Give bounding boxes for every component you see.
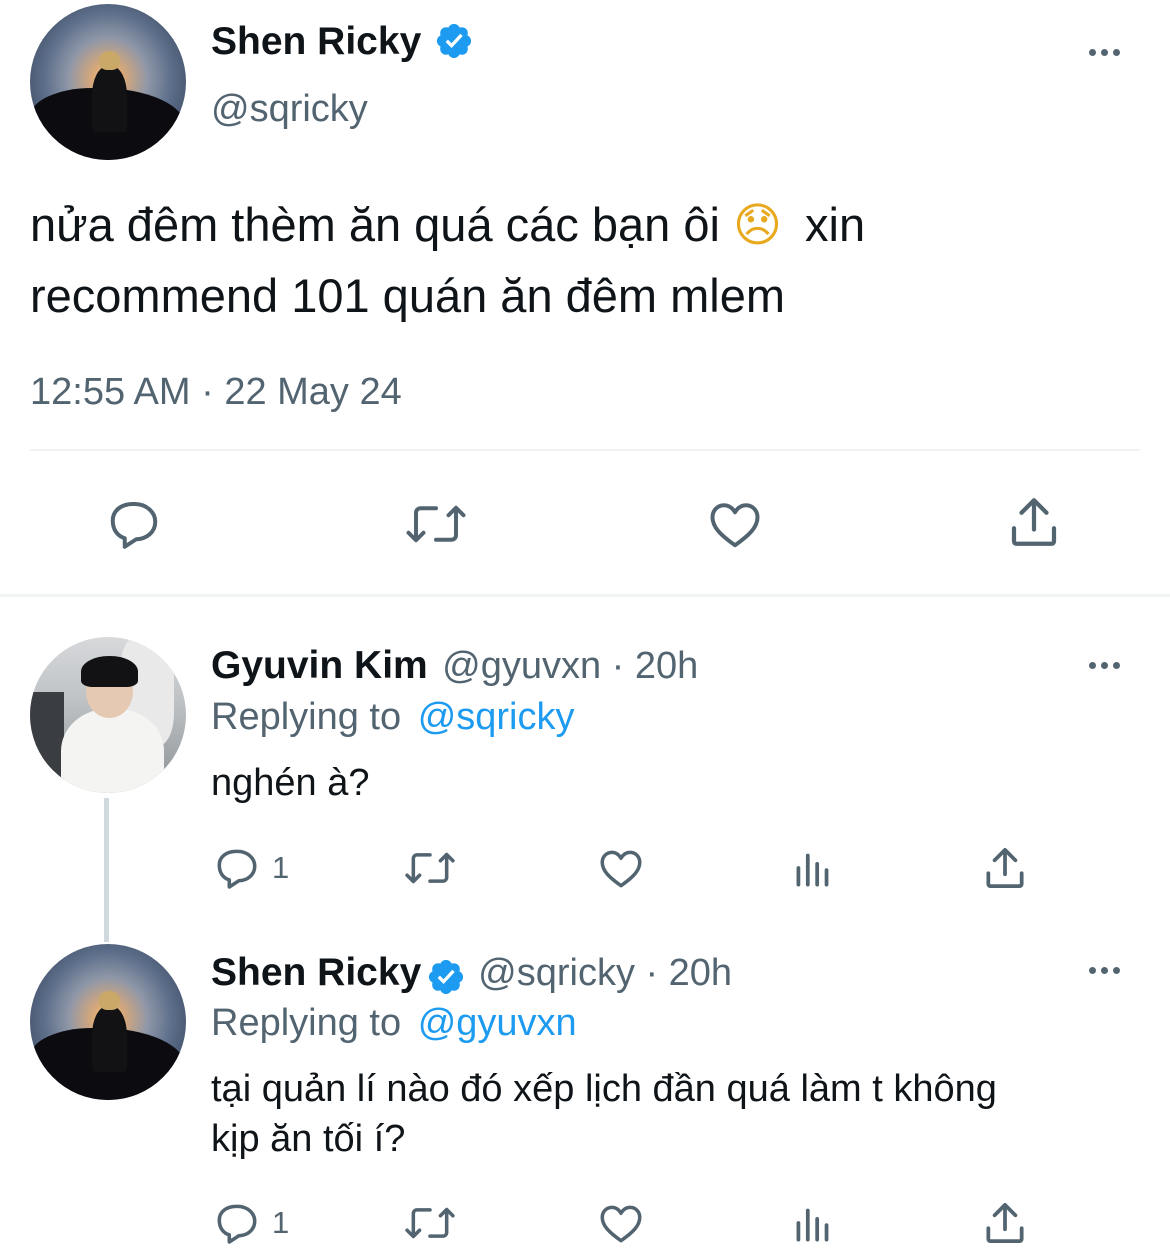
- reply1-like-button[interactable]: [595, 843, 647, 893]
- reply2-share-button[interactable]: [980, 1198, 1030, 1248]
- reply1-header: Gyuvin Kim @gyuvxn · 20h: [211, 644, 698, 688]
- share-icon: [986, 1203, 1024, 1243]
- more-dot: [1113, 967, 1120, 974]
- share-icon: [986, 848, 1024, 888]
- more-options-button[interactable]: [1089, 49, 1120, 56]
- main-divider: [30, 449, 1140, 451]
- replying-to-link[interactable]: @gyuvxn: [418, 1002, 577, 1044]
- main-share-button[interactable]: [1004, 492, 1064, 552]
- reply-icon: [217, 1204, 257, 1244]
- main-tweet-timestamp[interactable]: 12:55 AM · 22 May 24: [30, 371, 402, 414]
- reply1-retweet-button[interactable]: [401, 843, 459, 893]
- replying-to-link[interactable]: @sqricky: [418, 696, 575, 738]
- like-icon: [600, 1205, 642, 1243]
- reply1-share-button[interactable]: [980, 843, 1030, 893]
- reply1-reply-count: 1: [272, 850, 290, 885]
- main-tweet-line1-text: nửa đêm thèm ăn quá các bạn ôi: [30, 198, 720, 251]
- views-icon: [796, 1208, 829, 1242]
- retweet-icon: [405, 1207, 455, 1239]
- reply1-text: nghén à?: [211, 762, 370, 804]
- verified-badge-icon: [428, 959, 463, 994]
- more-dot: [1089, 662, 1096, 669]
- reply1-views-button[interactable]: [790, 843, 836, 893]
- reply2-time[interactable]: · 20h: [645, 952, 732, 994]
- reply1-reply-button[interactable]: 1: [212, 843, 289, 893]
- reply1-time[interactable]: · 20h: [612, 645, 699, 687]
- reply2-retweet-button[interactable]: [401, 1198, 459, 1248]
- reply2-author-name[interactable]: Shen Ricky: [211, 951, 421, 994]
- reply2-views-button[interactable]: [790, 1198, 836, 1248]
- main-author-name[interactable]: Shen Ricky: [211, 20, 474, 64]
- like-icon: [710, 503, 760, 548]
- main-tweet-line2: recommend 101 quán ăn đêm mlem: [30, 269, 786, 322]
- main-author-avatar[interactable]: [30, 4, 186, 160]
- reply1-replying-to: Replying to @sqricky: [211, 696, 575, 739]
- reply2-text-line2: kịp ăn tối í?: [211, 1118, 406, 1160]
- retweet-icon: [405, 852, 455, 884]
- reply2-more-button[interactable]: [1089, 967, 1120, 974]
- reply2-header: Shen Ricky @sqricky · 20h: [211, 951, 732, 997]
- retweet-icon: [406, 505, 466, 543]
- reply2-text-line1: tại quản lí nào đó xếp lịch đần quá làm …: [211, 1068, 997, 1110]
- reply1-more-button[interactable]: [1089, 662, 1120, 669]
- reply2-author-avatar[interactable]: [30, 944, 186, 1100]
- more-dot: [1101, 662, 1108, 669]
- more-dot: [1101, 49, 1108, 56]
- main-tweet-line1: nửa đêm thèm ăn quá các bạn ôi 😞 xin: [30, 190, 1140, 261]
- more-dot: [1089, 49, 1096, 56]
- share-icon: [1011, 498, 1057, 546]
- reply2-like-button[interactable]: [595, 1198, 647, 1248]
- reply1-author-avatar[interactable]: [30, 637, 186, 793]
- reply2-replying-to: Replying to @gyuvxn: [211, 1002, 577, 1045]
- reply2-reply-count: 1: [272, 1205, 290, 1240]
- reply2-author-handle[interactable]: @sqricky: [478, 952, 635, 994]
- replying-to-label: Replying to: [211, 696, 402, 738]
- more-dot: [1113, 662, 1120, 669]
- main-tweet-line1-end: xin: [805, 198, 866, 251]
- more-dot: [1089, 967, 1096, 974]
- main-tweet-text: nửa đêm thèm ăn quá các bạn ôi 😞 xin rec…: [30, 190, 1140, 331]
- verified-badge-icon: [437, 23, 472, 58]
- main-author-name-text[interactable]: Shen Ricky: [211, 20, 421, 63]
- reply1-author-handle[interactable]: @gyuvxn: [442, 645, 601, 687]
- more-dot: [1101, 967, 1108, 974]
- reply-icon: [110, 502, 158, 549]
- views-icon: [796, 853, 829, 887]
- main-reply-button[interactable]: [104, 494, 164, 554]
- main-author-handle[interactable]: @sqricky: [211, 88, 368, 131]
- like-icon: [600, 850, 642, 888]
- main-retweet-button[interactable]: [402, 494, 470, 554]
- disappointed-face-icon: 😞: [732, 198, 782, 253]
- reply2-reply-button[interactable]: 1: [212, 1198, 289, 1248]
- reply1-author-name[interactable]: Gyuvin Kim: [211, 644, 428, 687]
- main-like-button[interactable]: [704, 494, 766, 554]
- thread-line: [104, 798, 109, 942]
- replying-to-label: Replying to: [211, 1002, 402, 1044]
- reply-icon: [217, 849, 257, 889]
- more-dot: [1113, 49, 1120, 56]
- section-divider: [0, 594, 1170, 597]
- reply2-text: tại quản lí nào đó xếp lịch đần quá làm …: [211, 1064, 997, 1164]
